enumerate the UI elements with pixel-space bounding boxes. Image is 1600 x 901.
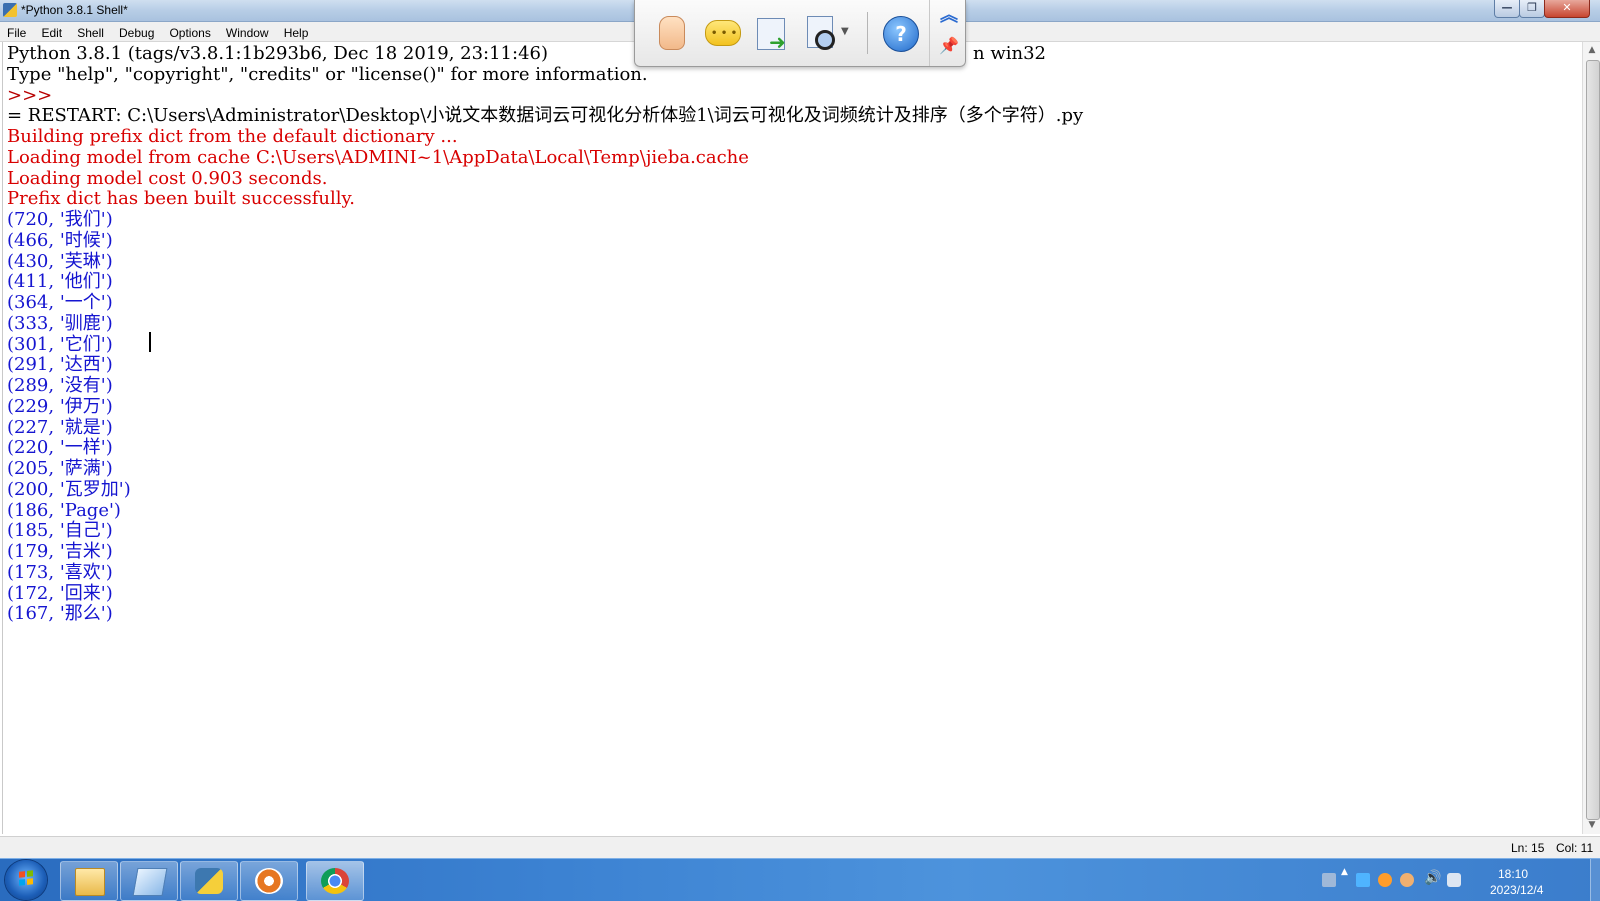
search-document-button[interactable]: ▼: [801, 12, 851, 54]
help-button[interactable]: ?: [879, 12, 921, 54]
shell-line: (301, '它们'): [7, 333, 113, 355]
shell-line: (185, '自己'): [7, 520, 113, 542]
shell-line: (179, '吉米'): [7, 541, 113, 562]
shell-line: Building prefix dict from the default di…: [7, 126, 458, 147]
toolbar-separator: [867, 12, 868, 54]
taskbar-tool[interactable]: [240, 861, 298, 901]
status-column-number: Col: 11: [1556, 841, 1594, 855]
chevron-down-icon[interactable]: ▼: [841, 26, 849, 37]
text-caret: [149, 332, 151, 352]
shell-line: Loading model cost 0.903 seconds.: [7, 167, 328, 189]
vertical-scrollbar[interactable]: ▲ ▼: [1582, 42, 1600, 834]
shell-line: (205, '萨满'): [7, 458, 113, 479]
menu-help[interactable]: Help: [284, 24, 309, 40]
start-button[interactable]: [5, 860, 47, 900]
tray-expand-icon[interactable]: ▲: [1341, 867, 1351, 887]
scroll-up-arrow-icon[interactable]: ▲: [1583, 42, 1600, 59]
volume-icon[interactable]: 🔊: [1424, 870, 1441, 886]
qq-icon[interactable]: [1378, 873, 1392, 887]
toolbar-side-controls: ︽ 📌: [929, 0, 966, 66]
hand-tool-button[interactable]: [651, 12, 693, 54]
shell-line: Type "help", "copyright", "credits" or "…: [7, 63, 648, 85]
tool-app-icon: [255, 868, 283, 894]
shield-icon[interactable]: [1447, 873, 1461, 887]
show-desktop-button[interactable]: [1590, 859, 1600, 901]
shell-line: (186, 'Page'): [7, 499, 121, 521]
help-icon: ?: [883, 16, 919, 52]
floating-toolbar: • • • ➜ ▼ ? ︽ 📌: [634, 0, 966, 67]
shell-line: (220, '一样'): [7, 437, 113, 459]
menu-file[interactable]: File: [7, 24, 26, 40]
windows-logo-icon: [19, 870, 33, 886]
clock-time[interactable]: 18:10: [1498, 867, 1528, 881]
minimize-button[interactable]: —: [1494, 0, 1520, 18]
shell-line: (466, '时候'): [7, 229, 113, 251]
python-app-icon: [3, 3, 17, 17]
taskbar: ▲ 🔊 18:10 2023/12/4: [0, 858, 1600, 901]
comment-dots: • • •: [711, 28, 738, 39]
hand-icon: [659, 16, 685, 50]
status-line-number: Ln: 15: [1511, 841, 1545, 855]
shell-line: (364, '一个'): [7, 292, 113, 313]
comment-button[interactable]: • • •: [701, 12, 743, 54]
shell-line: Python 3.8.1 (tags/v3.8.1:1b293b6, Dec 1…: [7, 43, 549, 64]
collapse-up-icon[interactable]: ︽: [938, 6, 960, 28]
system-tray: ▲ 🔊: [1320, 859, 1600, 901]
menu-options[interactable]: Options: [169, 24, 210, 40]
network-icon[interactable]: [1356, 873, 1370, 887]
shell-line: >>>: [7, 84, 53, 106]
shell-line: Prefix dict has been built successfully.: [7, 188, 355, 210]
menu-window[interactable]: Window: [226, 24, 269, 40]
menu-debug[interactable]: Debug: [119, 24, 154, 40]
shell-line: = RESTART: C:\Users\Administrator\Deskto…: [7, 105, 1084, 127]
clock-date[interactable]: 2023/12/4: [1490, 883, 1543, 897]
shell-line: (333, '驯鹿'): [7, 312, 113, 334]
shell-line: Loading model from cache C:\Users\ADMINI…: [7, 146, 749, 168]
taskbar-chrome[interactable]: [306, 861, 364, 901]
shell-line: (172, '回来'): [7, 582, 113, 604]
shell-text-area[interactable]: Python 3.8.1 (tags/v3.8.1:1b293b6, Dec 1…: [2, 42, 1583, 834]
python-icon: [195, 868, 223, 894]
magnifier-icon: [815, 30, 835, 50]
scroll-thumb[interactable]: [1586, 60, 1600, 820]
scroll-down-arrow-icon[interactable]: ▼: [1583, 817, 1600, 834]
shell-line: (173, '喜欢'): [7, 561, 113, 583]
keyboard-icon[interactable]: [1322, 873, 1336, 887]
close-button[interactable]: ✕: [1544, 0, 1590, 18]
taskbar-notepad[interactable]: [120, 861, 178, 901]
shell-line: (167, '那么'): [7, 603, 113, 625]
shell-line: (291, '达西'): [7, 354, 113, 376]
maximize-button[interactable]: ❐: [1519, 0, 1545, 18]
taskbar-python-idle[interactable]: [180, 861, 238, 901]
taskbar-file-explorer[interactable]: [60, 861, 118, 901]
shell-line: (720, '我们'): [7, 209, 113, 230]
shell-line: (289, '没有'): [7, 375, 113, 396]
arrow-right-icon: ➜: [769, 30, 786, 54]
folder-icon: [75, 868, 105, 896]
chrome-icon: [321, 868, 349, 894]
pin-icon[interactable]: 📌: [938, 36, 960, 58]
export-button[interactable]: ➜: [751, 12, 793, 54]
shell-line-tail: n win32: [973, 43, 1046, 64]
window-title: *Python 3.8.1 Shell*: [21, 3, 128, 17]
menu-shell[interactable]: Shell: [77, 24, 104, 40]
menu-edit[interactable]: Edit: [41, 24, 62, 40]
notepad-icon: [132, 868, 168, 896]
shell-line: (200, '瓦罗加'): [7, 478, 131, 500]
shell-line: (411, '他们'): [7, 271, 113, 293]
shell-line: (227, '就是'): [7, 416, 113, 438]
cloud-icon[interactable]: [1400, 873, 1414, 887]
status-bar: Ln: 15 Col: 11: [0, 836, 1600, 859]
shell-line: (229, '伊万'): [7, 395, 113, 417]
shell-line: (430, '芙琳'): [7, 250, 113, 272]
